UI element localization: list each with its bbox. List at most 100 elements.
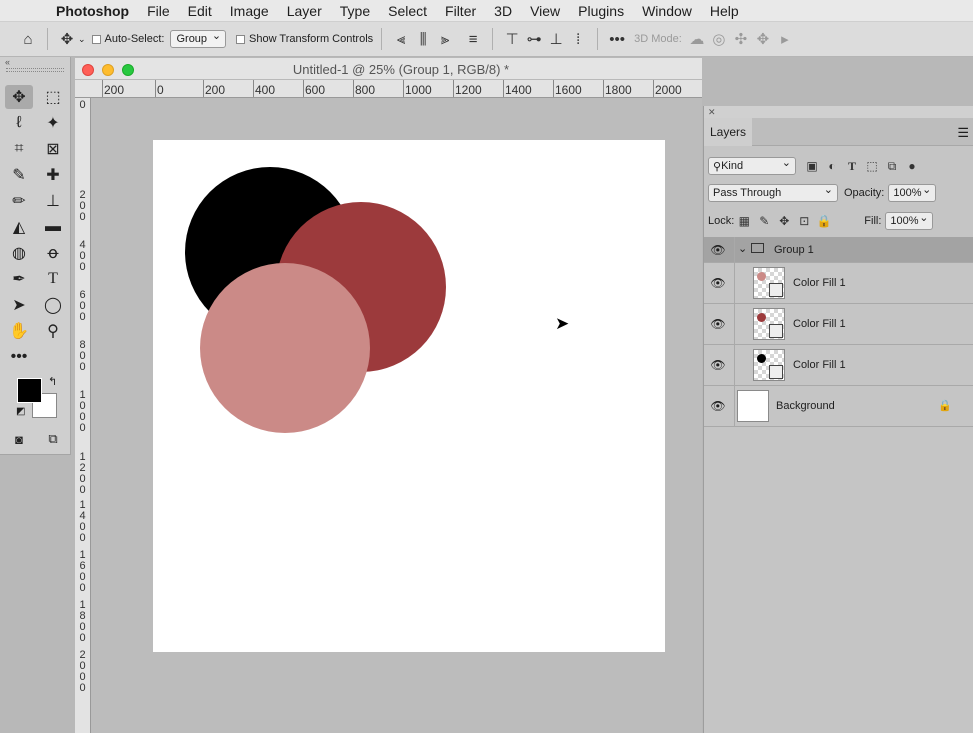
lock-artboard-icon[interactable]: ⊡ bbox=[794, 212, 814, 230]
zoom-tool-icon[interactable]: ⚲ bbox=[39, 319, 67, 343]
eraser-tool-icon[interactable]: ◭ bbox=[5, 215, 33, 239]
filter-adjustment-icon[interactable]: ◐ bbox=[822, 157, 842, 175]
layer-row-color-fill-pink[interactable]: 👁 Color Fill 1 bbox=[704, 263, 973, 304]
ruler-tick bbox=[553, 80, 554, 97]
opacity-field[interactable]: 100% bbox=[888, 183, 937, 202]
fill-field[interactable]: 100% bbox=[885, 211, 934, 230]
ruler-label: 6 0 0 bbox=[79, 289, 86, 323]
filter-pixel-icon[interactable]: ▣ bbox=[802, 157, 822, 175]
layer-row-color-fill-red[interactable]: 👁 Color Fill 1 bbox=[704, 304, 973, 345]
align-bottom-icon[interactable]: ⊥ bbox=[545, 28, 567, 50]
app-menu[interactable]: Photoshop bbox=[56, 3, 129, 19]
pan-3d-icon[interactable]: ✣ bbox=[730, 28, 752, 50]
slide-3d-icon[interactable]: ✥ bbox=[752, 28, 774, 50]
distribute-vertical-icon[interactable]: ⦙ bbox=[567, 28, 589, 50]
eye-icon[interactable]: 👁 bbox=[710, 358, 726, 372]
document-window: Untitled-1 @ 25% (Group 1, RGB/8) * 200 … bbox=[75, 58, 702, 733]
crop-tool-icon[interactable]: ⌗ bbox=[5, 137, 33, 161]
collapse-panel-icon[interactable]: « bbox=[0, 57, 70, 68]
lock-transparent-icon[interactable]: ▦ bbox=[734, 212, 754, 230]
orbit-3d-icon[interactable]: ☁ bbox=[686, 28, 708, 50]
menu-edit[interactable]: Edit bbox=[188, 3, 212, 19]
align-center-icon[interactable]: ⫼ bbox=[412, 28, 434, 50]
move-tool-icon[interactable]: ✥ bbox=[56, 28, 78, 50]
eye-icon[interactable]: 👁 bbox=[710, 317, 726, 331]
align-right-icon[interactable]: ⫸ bbox=[434, 28, 456, 50]
screen-mode-icon[interactable]: ⧉ bbox=[39, 427, 67, 451]
layer-row-color-fill-black[interactable]: 👁 Color Fill 1 bbox=[704, 345, 973, 386]
type-tool-icon[interactable]: T bbox=[39, 267, 67, 291]
layer-swatch bbox=[757, 313, 766, 322]
more-options-icon[interactable]: ••• bbox=[606, 28, 628, 50]
brush-tool-icon[interactable]: ✏ bbox=[5, 189, 33, 213]
edit-toolbar-icon[interactable]: ••• bbox=[5, 345, 33, 369]
gradient-tool-icon[interactable]: ▬ bbox=[39, 215, 67, 239]
ruler-label: 1200 bbox=[455, 83, 482, 97]
menu-3d[interactable]: 3D bbox=[494, 3, 512, 19]
lasso-tool-icon[interactable]: ℓ bbox=[5, 111, 33, 135]
distribute-icon[interactable]: ≡ bbox=[462, 28, 484, 50]
stamp-tool-icon[interactable]: ⊥ bbox=[39, 189, 67, 213]
lock-image-icon[interactable]: ✎ bbox=[754, 212, 774, 230]
roll-3d-icon[interactable]: ◎ bbox=[708, 28, 730, 50]
eyedropper-tool-icon[interactable]: ✎ bbox=[5, 163, 33, 187]
dodge-tool-icon[interactable]: ꝋ bbox=[39, 241, 67, 265]
lock-position-icon[interactable]: ✥ bbox=[774, 212, 794, 230]
chevron-down-icon[interactable]: ⌄ bbox=[78, 34, 86, 45]
menu-select[interactable]: Select bbox=[388, 3, 427, 19]
auto-select-checkbox[interactable] bbox=[91, 34, 101, 44]
menu-window[interactable]: Window bbox=[642, 3, 692, 19]
align-left-icon[interactable]: ⫷ bbox=[390, 28, 412, 50]
menu-help[interactable]: Help bbox=[710, 3, 739, 19]
blur-tool-icon[interactable]: ◍ bbox=[5, 241, 33, 265]
eye-icon[interactable]: 👁 bbox=[710, 243, 726, 257]
layer-row-group[interactable]: 👁 ⌄ Group 1 bbox=[704, 237, 973, 263]
frame-tool-icon[interactable]: ⊠ bbox=[39, 137, 67, 161]
hand-tool-icon[interactable]: ✋ bbox=[5, 319, 33, 343]
menu-file[interactable]: File bbox=[147, 3, 170, 19]
foreground-color-swatch[interactable] bbox=[17, 378, 42, 403]
canvas[interactable] bbox=[153, 140, 665, 652]
horizontal-ruler[interactable]: 200 0 200 400 600 800 1000 1200 1400 160… bbox=[75, 80, 702, 98]
swap-colors-icon[interactable]: ↰ bbox=[48, 375, 57, 388]
menu-view[interactable]: View bbox=[530, 3, 560, 19]
healing-brush-tool-icon[interactable]: ✚ bbox=[39, 163, 67, 187]
search-icon: ⚲ bbox=[713, 160, 722, 173]
quick-mask-icon[interactable]: ◙ bbox=[5, 427, 33, 451]
menu-layer[interactable]: Layer bbox=[287, 3, 322, 19]
filter-shape-icon[interactable]: ⬚ bbox=[862, 157, 882, 175]
marquee-tool-icon[interactable]: ⬚ bbox=[39, 85, 67, 109]
layer-row-background[interactable]: 👁 Background 🔒 bbox=[704, 386, 973, 427]
tab-layers[interactable]: Layers bbox=[704, 118, 752, 146]
magic-wand-tool-icon[interactable]: ✦ bbox=[39, 111, 67, 135]
vertical-ruler[interactable]: 0 2 0 0 4 0 0 6 0 0 8 0 0 1 0 0 0 1 2 0 … bbox=[75, 98, 91, 733]
home-icon[interactable]: ⌂ bbox=[17, 28, 39, 50]
ellipse-tool-icon[interactable]: ◯ bbox=[39, 293, 67, 317]
blend-mode-dropdown[interactable]: Pass Through bbox=[708, 183, 838, 202]
lock-all-icon[interactable]: 🔒 bbox=[814, 212, 834, 230]
filter-smart-object-icon[interactable]: ⧉ bbox=[882, 157, 902, 175]
panel-menu-icon[interactable]: ☰ bbox=[957, 125, 969, 141]
align-top-icon[interactable]: ⊤ bbox=[501, 28, 523, 50]
path-selection-tool-icon[interactable]: ➤ bbox=[5, 293, 33, 317]
panel-grip[interactable] bbox=[6, 68, 64, 72]
menu-filter[interactable]: Filter bbox=[445, 3, 476, 19]
filter-kind-dropdown[interactable]: ⚲ Kind bbox=[708, 156, 796, 175]
eye-icon[interactable]: 👁 bbox=[710, 276, 726, 290]
eye-icon[interactable]: 👁 bbox=[710, 399, 726, 413]
chevron-down-icon[interactable]: ⌄ bbox=[738, 242, 747, 255]
pink-circle[interactable] bbox=[200, 263, 370, 433]
menu-image[interactable]: Image bbox=[230, 3, 269, 19]
menu-plugins[interactable]: Plugins bbox=[578, 3, 624, 19]
filter-toggle-icon[interactable]: ● bbox=[902, 157, 922, 175]
menu-type[interactable]: Type bbox=[340, 3, 370, 19]
pen-tool-icon[interactable]: ✒ bbox=[5, 267, 33, 291]
align-middle-icon[interactable]: ⊶ bbox=[523, 28, 545, 50]
move-tool-icon[interactable]: ✥ bbox=[5, 85, 33, 109]
scale-3d-icon[interactable]: ▸ bbox=[774, 28, 796, 50]
collapse-panel-icon[interactable]: ✕ bbox=[704, 106, 973, 118]
show-transform-checkbox[interactable] bbox=[236, 34, 246, 44]
default-colors-icon[interactable]: ◩ bbox=[16, 406, 25, 417]
filter-type-icon[interactable]: T bbox=[842, 157, 862, 175]
auto-select-dropdown[interactable]: Group bbox=[170, 29, 227, 48]
